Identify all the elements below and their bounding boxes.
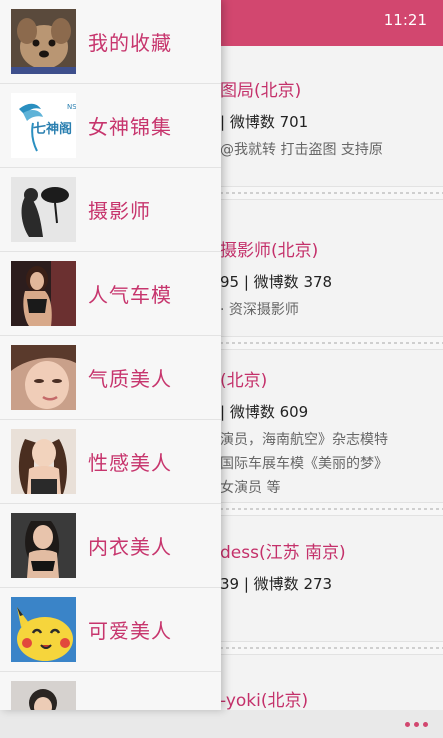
- user-name: 图局(北京): [220, 81, 302, 101]
- user-description: 演员，海南航空》杂志模特 国际车展车模《美丽的梦》 女演员 等: [220, 432, 388, 496]
- more-dot-icon: [422, 721, 428, 727]
- drawer-item-cute-beauty[interactable]: 可爱美人: [0, 588, 221, 672]
- user-description: @我就转 打击盗图 支持原: [220, 142, 383, 158]
- photographer-photo-icon: [11, 177, 76, 242]
- woman-photo-icon: [11, 681, 76, 710]
- user-name: 摄影师(北京): [220, 241, 319, 261]
- goddess-logo-icon: 七神阁 NSG: [11, 93, 76, 158]
- dog-photo-icon: [11, 9, 76, 74]
- navigation-drawer[interactable]: 我的收藏 七神阁 NSG 女神锦集 摄影师: [0, 0, 221, 710]
- app-bar: [0, 710, 443, 738]
- car-model-photo-icon: [11, 261, 76, 326]
- drawer-item-label: 人气车模: [88, 283, 172, 307]
- user-stats: | 微博数 701: [220, 113, 309, 131]
- elegant-woman-photo-icon: [11, 345, 76, 410]
- drawer-item-label: 可爱美人: [88, 619, 172, 643]
- lingerie-woman-photo-icon: [11, 513, 76, 578]
- more-dot-icon: [404, 721, 410, 727]
- more-dot-icon: [413, 721, 419, 727]
- status-time: 11:21: [383, 11, 427, 29]
- drawer-item-label: 我的收藏: [88, 31, 172, 55]
- drawer-item-elegant-beauty[interactable]: 气质美人: [0, 336, 221, 420]
- drawer-item-label: 气质美人: [88, 367, 172, 391]
- drawer-item-car-models[interactable]: 人气车模: [0, 252, 221, 336]
- user-stats: 95 | 微博数 378: [220, 273, 333, 291]
- user-stats: 39 | 微博数 273: [220, 575, 333, 593]
- sexy-woman-photo-icon: [11, 429, 76, 494]
- drawer-item-more[interactable]: [0, 672, 221, 710]
- drawer-item-goddess[interactable]: 七神阁 NSG 女神锦集: [0, 84, 221, 168]
- drawer-item-sexy-beauty[interactable]: 性感美人: [0, 420, 221, 504]
- drawer-item-label: 女神锦集: [88, 115, 172, 139]
- user-stats: | 微博数 609: [220, 403, 309, 421]
- pikachu-photo-icon: [11, 597, 76, 662]
- drawer-item-label: 性感美人: [88, 451, 172, 475]
- drawer-item-lingerie-beauty[interactable]: 内衣美人: [0, 504, 221, 588]
- svg-text:NSG: NSG: [67, 103, 76, 111]
- drawer-item-photographer[interactable]: 摄影师: [0, 168, 221, 252]
- user-name: (北京): [220, 371, 268, 391]
- user-name: -yoki(北京): [220, 691, 309, 710]
- more-button[interactable]: [401, 717, 431, 731]
- user-name: dess(江苏 南京): [220, 543, 346, 563]
- drawer-item-label: 内衣美人: [88, 535, 172, 559]
- user-description: · 资深摄影师: [220, 302, 299, 318]
- drawer-item-label: 摄影师: [88, 199, 151, 223]
- drawer-item-favorites[interactable]: 我的收藏: [0, 0, 221, 84]
- svg-text:七神阁: 七神阁: [33, 121, 72, 137]
